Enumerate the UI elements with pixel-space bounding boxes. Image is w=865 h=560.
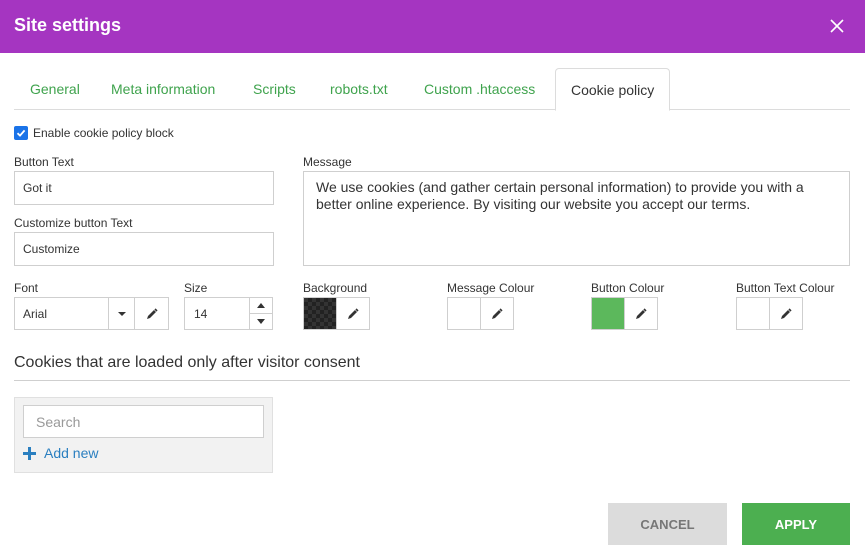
font-dropdown-toggle[interactable] <box>108 298 134 329</box>
button-colour-picker[interactable] <box>591 297 658 330</box>
message-colour-label: Message Colour <box>447 281 535 295</box>
tab-custom-htaccess[interactable]: Custom .htaccess <box>424 68 535 110</box>
message-colour-picker[interactable] <box>447 297 514 330</box>
button-text-colour-swatch[interactable] <box>737 298 770 329</box>
size-decrement-button[interactable] <box>250 314 272 329</box>
message-textarea[interactable]: We use cookies (and gather certain perso… <box>303 171 850 266</box>
button-text-colour-picker[interactable] <box>736 297 803 330</box>
add-new-cookie-button[interactable]: Add new <box>23 445 98 461</box>
eyedropper-icon <box>146 307 158 319</box>
button-colour-swatch[interactable] <box>592 298 625 329</box>
eyedropper-icon <box>492 307 503 319</box>
close-button[interactable] <box>827 16 847 36</box>
size-value: 14 <box>194 307 208 321</box>
eyedropper-icon <box>781 307 792 319</box>
cookie-search-input[interactable]: Search <box>23 405 264 438</box>
close-icon <box>830 19 844 33</box>
tab-bar: General Meta information Scripts robots.… <box>14 68 850 111</box>
apply-button[interactable]: APPLY <box>742 503 850 545</box>
chevron-down-icon <box>117 311 126 316</box>
spinner-up-icon <box>257 303 265 308</box>
background-color-picker[interactable] <box>303 297 370 330</box>
button-text-colour-picker-button[interactable] <box>770 298 802 329</box>
size-input[interactable]: 14 <box>184 297 273 330</box>
button-text-input[interactable]: Got it <box>14 171 274 205</box>
button-text-colour-label: Button Text Colour <box>736 281 835 295</box>
consent-cookies-panel: Search Add new <box>14 397 273 473</box>
cancel-button[interactable]: CANCEL <box>608 503 727 545</box>
eyedropper-icon <box>636 307 647 319</box>
tab-meta-information[interactable]: Meta information <box>111 68 215 110</box>
dialog-header: Site settings <box>0 0 865 53</box>
size-label: Size <box>184 281 208 295</box>
font-label: Font <box>14 281 39 295</box>
enable-cookie-policy-row[interactable]: Enable cookie policy block <box>14 126 174 140</box>
tab-general[interactable]: General <box>30 68 80 110</box>
tab-scripts[interactable]: Scripts <box>253 68 296 110</box>
message-colour-swatch[interactable] <box>448 298 481 329</box>
consent-section-title: Cookies that are loaded only after visit… <box>14 354 360 371</box>
button-text-label: Button Text <box>14 155 74 169</box>
plus-icon <box>23 446 36 460</box>
spinner-down-icon <box>257 319 265 324</box>
enable-cookie-policy-checkbox[interactable] <box>14 126 28 140</box>
background-swatch[interactable] <box>304 298 337 329</box>
dialog-title: Site settings <box>14 15 122 35</box>
eyedropper-icon <box>348 307 359 319</box>
enable-cookie-policy-label: Enable cookie policy block <box>33 126 174 140</box>
customize-button-text-label: Customize button Text <box>14 216 133 230</box>
customize-button-text-input[interactable]: Customize <box>14 232 274 266</box>
size-increment-button[interactable] <box>250 298 272 314</box>
background-label: Background <box>303 281 368 295</box>
message-colour-picker-button[interactable] <box>481 298 513 329</box>
section-divider <box>14 380 850 381</box>
button-colour-label: Button Colour <box>591 281 665 295</box>
font-value: Arial <box>23 307 48 321</box>
add-new-label: Add new <box>44 445 99 461</box>
tab-robots-txt[interactable]: robots.txt <box>330 68 388 110</box>
size-spinner <box>249 298 272 329</box>
tab-cookie-policy[interactable]: Cookie policy <box>555 68 671 111</box>
font-select[interactable]: Arial <box>14 297 169 330</box>
background-picker-button[interactable] <box>337 298 369 329</box>
font-picker-button[interactable] <box>134 298 168 329</box>
check-icon <box>16 129 26 137</box>
message-label: Message <box>303 155 352 169</box>
button-colour-picker-button[interactable] <box>625 298 657 329</box>
